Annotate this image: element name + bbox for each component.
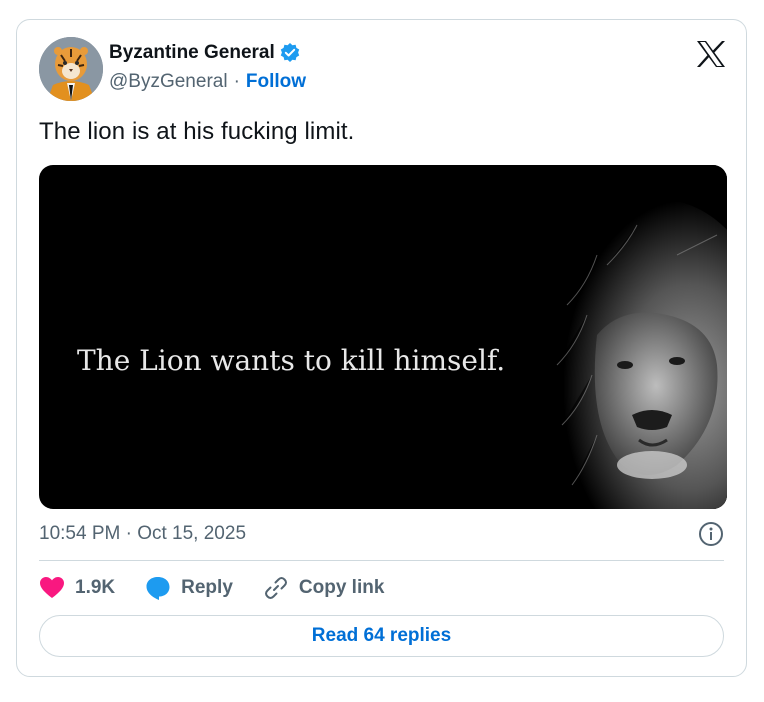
follow-button[interactable]: Follow: [246, 71, 306, 93]
action-bar: 1.9K Reply Copy link: [39, 572, 414, 604]
tweet-text: The lion is at his fucking limit.: [39, 118, 355, 145]
separator-dot: ·: [233, 71, 240, 92]
reply-button[interactable]: Reply: [145, 575, 233, 601]
reply-label: Reply: [181, 577, 233, 598]
info-icon[interactable]: [698, 521, 724, 547]
tweet-timestamp[interactable]: 10:54 PM · Oct 15, 2025: [39, 523, 246, 545]
author-avatar[interactable]: [39, 37, 103, 101]
verified-badge-icon: [279, 42, 301, 64]
heart-icon: [40, 577, 64, 598]
author-name-row: Byzantine General: [109, 42, 301, 64]
like-count: 1.9K: [75, 577, 116, 598]
copy-link-button[interactable]: Copy link: [263, 575, 385, 601]
media-caption-text: The Lion wants to kill himself.: [77, 344, 506, 377]
copy-link-label: Copy link: [298, 577, 385, 598]
lion-portrait-icon: [527, 165, 727, 509]
read-replies-button[interactable]: Read 64 replies: [39, 615, 724, 657]
author-handle-row: @ByzGeneral · Follow: [109, 71, 306, 93]
author-name[interactable]: Byzantine General: [109, 42, 275, 64]
reply-bubble-icon: [146, 577, 170, 600]
x-logo-icon[interactable]: [696, 40, 726, 68]
divider: [39, 560, 724, 561]
tiger-avatar-icon: [39, 37, 103, 101]
tweet-media-image[interactable]: The Lion wants to kill himself.: [39, 165, 727, 509]
like-button[interactable]: 1.9K: [39, 575, 115, 601]
tweet-embed-card: Byzantine General @ByzGeneral · Follow T…: [16, 19, 747, 677]
author-handle[interactable]: @ByzGeneral: [109, 71, 228, 93]
link-icon: [264, 577, 287, 599]
